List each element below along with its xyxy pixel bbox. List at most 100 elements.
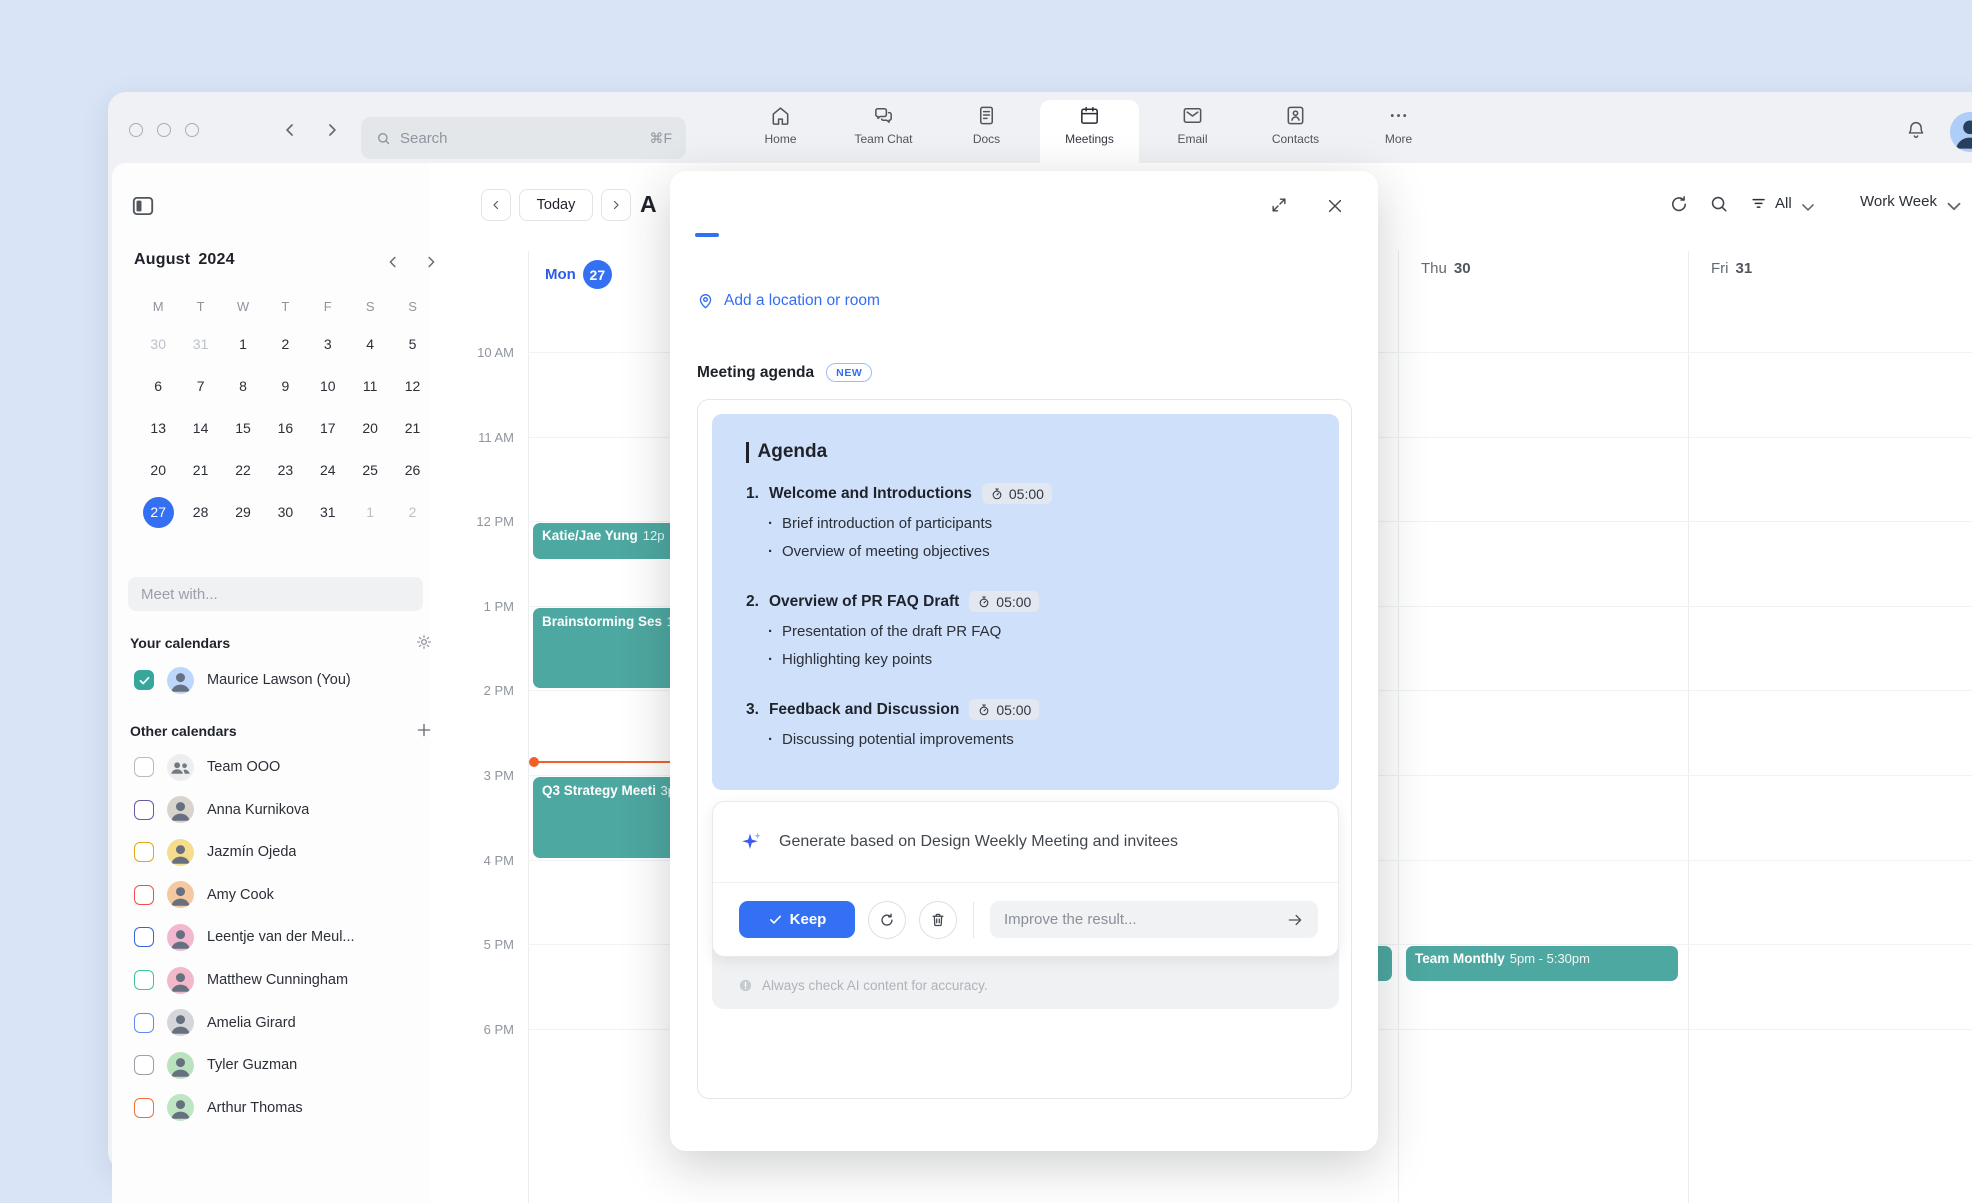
- app-tab[interactable]: Team Chat: [832, 92, 935, 163]
- mini-calendar-day[interactable]: 10: [307, 365, 349, 407]
- app-tab[interactable]: Contacts: [1244, 92, 1347, 163]
- mini-calendar-day[interactable]: 24: [307, 449, 349, 491]
- mini-calendar-day[interactable]: 9: [264, 365, 306, 407]
- app-tab[interactable]: Meetings: [1038, 92, 1141, 163]
- calendar-settings-gear-icon[interactable]: [415, 633, 433, 651]
- mini-calendar-day[interactable]: 30: [137, 323, 179, 365]
- tab-label: Team Chat: [854, 132, 912, 146]
- calendar-row[interactable]: Anna Kurnikova: [112, 789, 430, 831]
- calendar-checkbox[interactable]: [134, 927, 154, 947]
- duration-chip[interactable]: 05:00: [969, 699, 1039, 720]
- refresh-icon[interactable]: [1668, 193, 1690, 215]
- calendar-checkbox[interactable]: [134, 1013, 154, 1033]
- mini-calendar-day[interactable]: 25: [349, 449, 391, 491]
- improve-input[interactable]: Improve the result...: [990, 901, 1318, 938]
- calendar-next-button[interactable]: [601, 189, 631, 221]
- duration-chip[interactable]: 05:00: [982, 483, 1052, 504]
- calendar-checkbox[interactable]: [134, 800, 154, 820]
- mini-calendar-day[interactable]: 27: [137, 491, 179, 533]
- history-forward-button[interactable]: [322, 120, 342, 140]
- mini-calendar-day[interactable]: 11: [349, 365, 391, 407]
- meet-with-input[interactable]: Meet with...: [128, 577, 423, 611]
- calendar-prev-button[interactable]: [481, 189, 511, 221]
- regenerate-button[interactable]: [868, 901, 906, 939]
- calendar-checkbox[interactable]: [134, 1055, 154, 1075]
- calendar-checkbox[interactable]: [134, 670, 154, 690]
- mini-calendar-day[interactable]: 29: [222, 491, 264, 533]
- calendar-event[interactable]: Team Monthly 5pm - 5:30pm: [1406, 946, 1678, 981]
- calendar-row[interactable]: Tyler Guzman: [112, 1044, 430, 1086]
- add-location-link[interactable]: Add a location or room: [696, 291, 880, 310]
- calendar-search-icon[interactable]: [1708, 193, 1730, 215]
- event-details-modal: Add a location or room Meeting agenda NE…: [670, 171, 1378, 1151]
- mini-calendar-day[interactable]: 20: [349, 407, 391, 449]
- close-icon[interactable]: [1325, 196, 1345, 216]
- calendar-row[interactable]: Maurice Lawson (You): [112, 659, 430, 701]
- mini-calendar-prev-icon[interactable]: [384, 253, 402, 271]
- keep-button[interactable]: Keep: [739, 901, 855, 938]
- app-tab[interactable]: Email: [1141, 92, 1244, 163]
- mini-calendar-day[interactable]: 21: [179, 449, 221, 491]
- mini-calendar-day[interactable]: 7: [179, 365, 221, 407]
- sidebar-toggle-icon[interactable]: [130, 193, 156, 219]
- calendar-checkbox[interactable]: [134, 970, 154, 990]
- mini-calendar-day[interactable]: 12: [391, 365, 433, 407]
- calendar-row[interactable]: Matthew Cunningham: [112, 959, 430, 1001]
- mini-calendar-day[interactable]: 2: [391, 491, 433, 533]
- user-avatar[interactable]: [1950, 112, 1972, 152]
- add-calendar-icon[interactable]: [415, 721, 433, 739]
- mini-calendar-day[interactable]: 21: [391, 407, 433, 449]
- window-zoom-button[interactable]: [185, 123, 199, 137]
- app-tab[interactable]: Home: [729, 92, 832, 163]
- mini-calendar-day[interactable]: 13: [137, 407, 179, 449]
- calendar-checkbox[interactable]: [134, 757, 154, 777]
- calendar-row[interactable]: Arthur Thomas: [112, 1087, 430, 1129]
- mini-calendar-day[interactable]: 17: [307, 407, 349, 449]
- window-minimize-button[interactable]: [157, 123, 171, 137]
- calendar-row[interactable]: Leentje van der Meul...: [112, 916, 430, 958]
- calendar-row[interactable]: Team OOO: [112, 746, 430, 788]
- mini-calendar-day[interactable]: 16: [264, 407, 306, 449]
- app-tab[interactable]: More: [1347, 92, 1450, 163]
- history-back-button[interactable]: [280, 120, 300, 140]
- view-mode-dropdown[interactable]: Work Week: [1860, 193, 1956, 210]
- mini-calendar-day[interactable]: 31: [179, 323, 221, 365]
- calendar-row[interactable]: Amelia Girard: [112, 1002, 430, 1044]
- agenda-editor[interactable]: Agenda 1. Welcome and Introductions 05:0…: [712, 414, 1339, 790]
- mini-calendar-day[interactable]: 4: [349, 323, 391, 365]
- mini-calendar-day[interactable]: 22: [222, 449, 264, 491]
- calendar-row[interactable]: Amy Cook: [112, 874, 430, 916]
- duration-chip[interactable]: 05:00: [969, 591, 1039, 612]
- mini-calendar-day[interactable]: 2: [264, 323, 306, 365]
- mini-calendar-day[interactable]: 31: [307, 491, 349, 533]
- mini-calendar-day[interactable]: 5: [391, 323, 433, 365]
- filter-dropdown[interactable]: All: [1749, 193, 1811, 213]
- avatar: [167, 881, 194, 908]
- mini-calendar-day[interactable]: 26: [391, 449, 433, 491]
- calendar-name: Arthur Thomas: [207, 1100, 303, 1116]
- mini-calendar-day[interactable]: 23: [264, 449, 306, 491]
- mini-calendar-day[interactable]: 1: [222, 323, 264, 365]
- app-tab[interactable]: Docs: [935, 92, 1038, 163]
- mini-calendar-day[interactable]: 6: [137, 365, 179, 407]
- global-search-input[interactable]: Search ⌘F: [361, 117, 686, 159]
- calendar-checkbox[interactable]: [134, 1098, 154, 1118]
- expand-icon[interactable]: [1269, 195, 1289, 215]
- mini-calendar-day[interactable]: 15: [222, 407, 264, 449]
- mini-calendar-day[interactable]: 1: [349, 491, 391, 533]
- mini-calendar-day[interactable]: 8: [222, 365, 264, 407]
- calendar-row[interactable]: Jazmín Ojeda: [112, 831, 430, 873]
- discard-button[interactable]: [919, 901, 957, 939]
- submit-arrow-icon[interactable]: [1286, 911, 1304, 929]
- window-close-button[interactable]: [129, 123, 143, 137]
- mini-calendar-day[interactable]: 20: [137, 449, 179, 491]
- mini-calendar-next-icon[interactable]: [422, 253, 440, 271]
- mini-calendar-day[interactable]: 14: [179, 407, 221, 449]
- mini-calendar-day[interactable]: 3: [307, 323, 349, 365]
- mini-calendar-day[interactable]: 30: [264, 491, 306, 533]
- calendar-checkbox[interactable]: [134, 885, 154, 905]
- mini-calendar-day[interactable]: 28: [179, 491, 221, 533]
- notifications-bell-icon[interactable]: [1905, 119, 1927, 141]
- calendar-checkbox[interactable]: [134, 842, 154, 862]
- today-button[interactable]: Today: [519, 189, 593, 221]
